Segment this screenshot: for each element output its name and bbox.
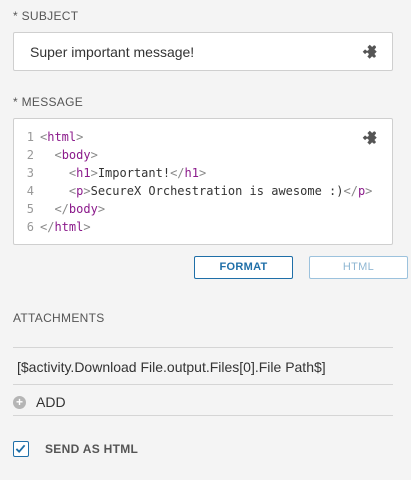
code-bracket: >	[365, 184, 373, 198]
code-tag-name: body	[61, 148, 91, 162]
plus-circle-icon: +	[13, 395, 26, 409]
divider	[13, 347, 393, 348]
code-bracket: </	[343, 184, 358, 198]
code-bracket: </	[40, 220, 55, 234]
message-label: * MESSAGE	[13, 95, 84, 109]
code-bracket: </	[54, 202, 69, 216]
code-text: </html>	[40, 218, 91, 236]
code-line[interactable]: 5 </body>	[14, 200, 392, 218]
add-attachment-button[interactable]: + ADD	[13, 392, 66, 412]
send-as-html-label: SEND AS HTML	[45, 442, 139, 456]
code-bracket: <	[54, 148, 62, 162]
send-as-html-checkbox[interactable]	[13, 441, 29, 457]
code-bracket: </	[170, 166, 185, 180]
code-content: SecureX Orchestration is awesome :)	[90, 184, 344, 198]
divider	[13, 384, 393, 385]
code-content: Important!	[97, 166, 171, 180]
line-number: 2	[26, 148, 34, 162]
html-button[interactable]: HTML	[309, 256, 408, 279]
code-tag-name: h1	[184, 166, 199, 180]
checkmark-icon	[15, 444, 26, 454]
code-bracket: >	[83, 184, 91, 198]
code-line[interactable]: 4 <p>SecureX Orchestration is awesome :)…	[14, 182, 392, 200]
attachment-item[interactable]: [$activity.Download File.output.Files[0]…	[17, 359, 326, 375]
code-tag-name: html	[54, 220, 84, 234]
subject-field[interactable]: Super important message!	[13, 32, 393, 71]
code-text: <h1>Important!</h1>	[40, 164, 206, 182]
code-bracket: >	[83, 220, 91, 234]
code-bracket: >	[97, 202, 106, 216]
code-tag-name: html	[47, 130, 77, 144]
message-code-editor[interactable]: 1 <html> 2 <body> 3 <h1>Important!</h1> 4 <p…	[13, 118, 393, 245]
code-line[interactable]: 1 <html>	[14, 128, 392, 146]
line-number: 6	[26, 220, 34, 234]
attachments-label: ATTACHMENTS	[13, 311, 105, 325]
divider	[13, 415, 393, 416]
code-tag-name: h1	[76, 166, 91, 180]
add-label: ADD	[36, 394, 66, 410]
code-text: </body>	[40, 200, 105, 218]
line-number: 1	[26, 130, 34, 144]
code-line[interactable]: 6 </html>	[14, 218, 392, 236]
line-number: 3	[26, 166, 34, 180]
code-text: <p>SecureX Orchestration is awesome :)</…	[40, 182, 373, 200]
puzzle-icon[interactable]	[362, 130, 378, 146]
code-bracket: >	[90, 166, 98, 180]
code-bracket: >	[90, 148, 98, 162]
code-line[interactable]: 3 <h1>Important!</h1>	[14, 164, 392, 182]
code-bracket: >	[198, 166, 207, 180]
line-number: 4	[26, 184, 34, 198]
code-area[interactable]: 1 <html> 2 <body> 3 <h1>Important!</h1> 4 <p…	[14, 128, 392, 236]
subject-value: Super important message!	[30, 44, 195, 60]
send-as-html-row[interactable]: SEND AS HTML	[13, 440, 138, 458]
puzzle-icon[interactable]	[362, 44, 378, 60]
code-text: <body>	[40, 146, 98, 164]
code-line[interactable]: 2 <body>	[14, 146, 392, 164]
code-tag-name: body	[68, 202, 98, 216]
line-number: 5	[26, 202, 34, 216]
subject-label: * SUBJECT	[13, 9, 79, 23]
code-bracket: >	[76, 130, 84, 144]
format-button[interactable]: FORMAT	[194, 256, 293, 279]
code-text: <html>	[40, 128, 83, 146]
